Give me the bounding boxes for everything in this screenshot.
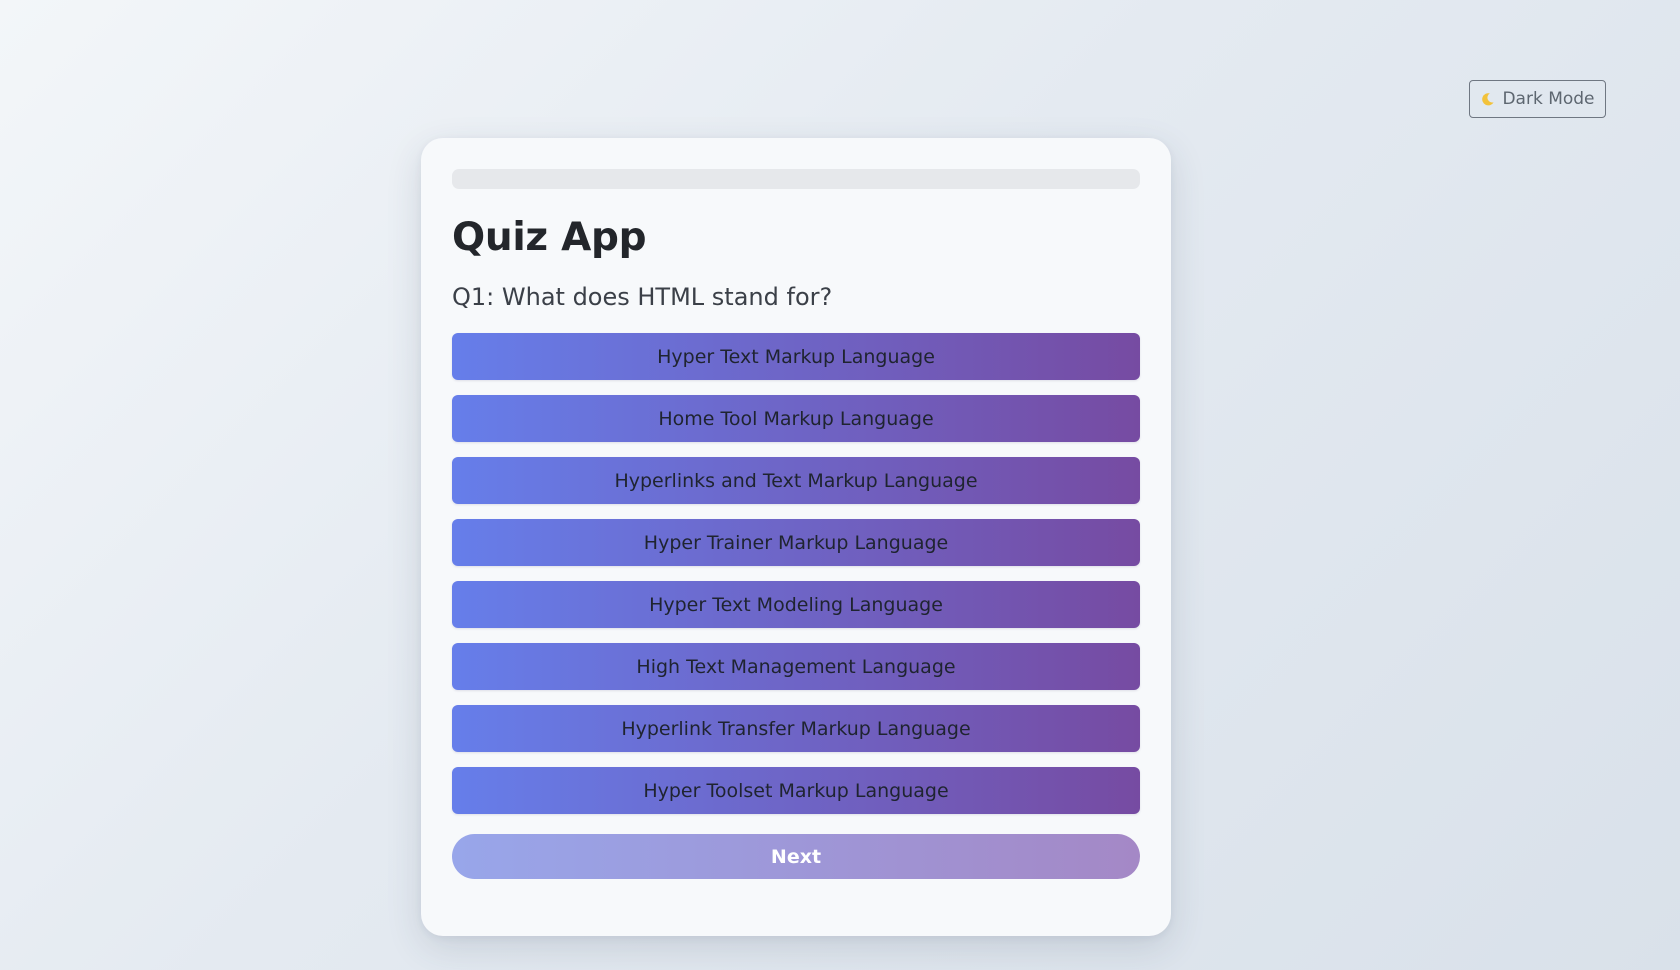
- dark-mode-label: Dark Mode: [1502, 89, 1595, 109]
- answer-option[interactable]: Hyper Trainer Markup Language: [452, 519, 1140, 566]
- answer-option[interactable]: Home Tool Markup Language: [452, 395, 1140, 442]
- answer-option[interactable]: Hyperlink Transfer Markup Language: [452, 705, 1140, 752]
- question-text: Q1: What does HTML stand for?: [452, 283, 833, 311]
- answer-option[interactable]: Hyper Text Markup Language: [452, 333, 1140, 380]
- answer-option[interactable]: High Text Management Language: [452, 643, 1140, 690]
- moon-icon: [1480, 92, 1495, 107]
- answer-option[interactable]: Hyper Toolset Markup Language: [452, 767, 1140, 814]
- answer-options: Hyper Text Markup Language Home Tool Mar…: [452, 333, 1140, 814]
- answer-option[interactable]: Hyper Text Modeling Language: [452, 581, 1140, 628]
- dark-mode-button[interactable]: Dark Mode: [1469, 80, 1606, 118]
- quiz-card: Quiz App Q1: What does HTML stand for? H…: [421, 138, 1171, 936]
- next-button[interactable]: Next: [452, 834, 1140, 879]
- progress-bar: [452, 169, 1140, 189]
- page-title: Quiz App: [452, 215, 647, 260]
- answer-option[interactable]: Hyperlinks and Text Markup Language: [452, 457, 1140, 504]
